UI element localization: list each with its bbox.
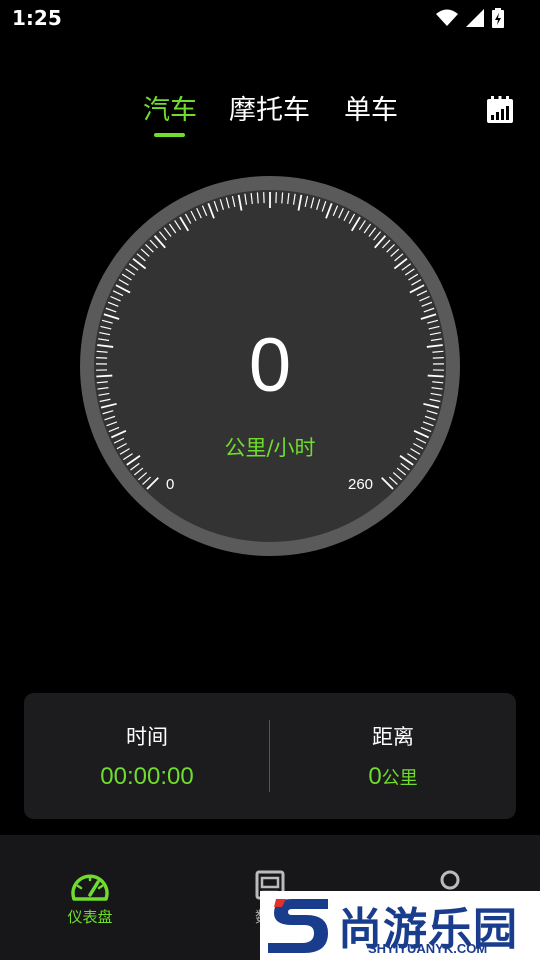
time-label: 时间 <box>126 725 168 749</box>
distance-number: 0 <box>368 763 382 790</box>
speed-value: 0 <box>248 323 292 408</box>
battery-icon <box>492 8 504 28</box>
trip-stats-card: 时间 00:00:00 距离 0公里 <box>24 693 516 819</box>
signal-icon <box>466 9 484 27</box>
tab-motorcycle[interactable]: 摩托车 <box>229 88 310 127</box>
distance-label: 距离 <box>372 725 414 749</box>
nav-dashboard[interactable]: 仪表盘 <box>0 835 180 960</box>
tab-bicycle[interactable]: 单车 <box>344 88 398 127</box>
gauge-tick <box>256 192 259 204</box>
status-icons <box>436 8 504 28</box>
record-chart-icon <box>487 96 513 123</box>
status-time: 1:25 <box>12 6 62 30</box>
vehicle-tabs: 汽车 摩托车 单车 <box>0 88 540 138</box>
speed-unit: 公里/小时 <box>224 436 316 460</box>
gauge-max-label: 260 <box>348 476 374 493</box>
speedometer-icon <box>71 874 109 901</box>
active-tab-indicator <box>154 133 185 137</box>
tab-car[interactable]: 汽车 <box>143 88 197 127</box>
distance-value: 0公里 <box>270 763 516 791</box>
record-button[interactable] <box>486 96 514 124</box>
site-watermark: 尚游乐园 SHYIYUANYK.COM <box>260 891 540 960</box>
watermark-logo-icon <box>268 899 328 953</box>
distance-unit: 公里 <box>381 768 418 789</box>
watermark-subtitle: SHYIYUANYK.COM <box>368 941 488 956</box>
nav-dashboard-label: 仪表盘 <box>67 908 113 926</box>
gauge-tick <box>281 192 284 204</box>
time-value: 00:00:00 <box>100 763 194 790</box>
wifi-icon <box>436 9 458 26</box>
gauge-min-label: 0 <box>166 476 175 493</box>
status-bar: 1:25 <box>0 0 540 38</box>
